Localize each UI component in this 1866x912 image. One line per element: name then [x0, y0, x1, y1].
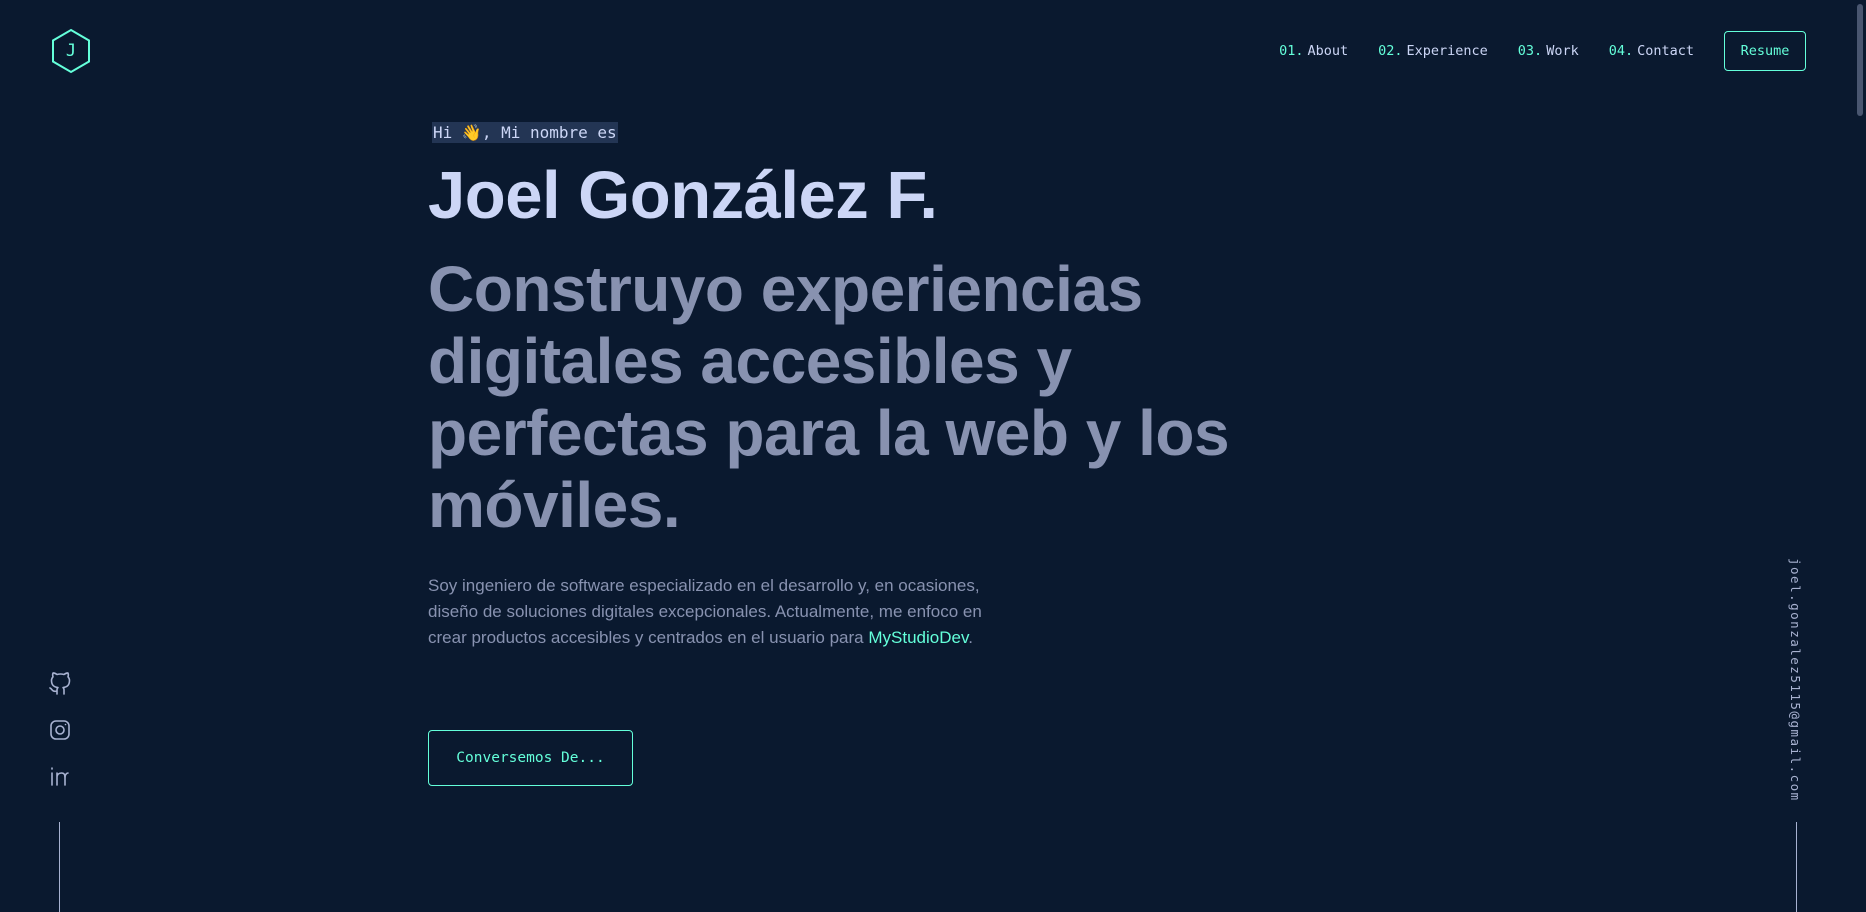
- nav-number: 04.: [1608, 43, 1634, 59]
- top-nav: 01. About 02. Experience 03. Work 04. Co…: [1279, 31, 1806, 71]
- contact-cta-button[interactable]: Conversemos De...: [428, 730, 633, 786]
- linkedin-icon[interactable]: [48, 764, 72, 788]
- left-vertical-line: [59, 822, 60, 912]
- nav-label: About: [1307, 43, 1349, 59]
- hero-bio: Soy ingeniero de software especializado …: [428, 573, 988, 651]
- hexagon-logo-icon[interactable]: J: [50, 28, 92, 74]
- bio-end: .: [968, 628, 973, 647]
- scrollbar-thumb[interactable]: [1857, 4, 1863, 116]
- greeting-text: Hi 👋, Mi nombre es: [432, 122, 618, 143]
- resume-button[interactable]: Resume: [1724, 31, 1806, 71]
- instagram-icon[interactable]: [48, 718, 72, 742]
- right-vertical-line: [1796, 822, 1797, 912]
- social-links: [48, 672, 72, 810]
- nav-number: 02.: [1378, 43, 1403, 59]
- nav-item-about[interactable]: 01. About: [1279, 33, 1348, 69]
- nav-label: Experience: [1406, 43, 1488, 59]
- mystudiodev-link[interactable]: MyStudioDev: [868, 628, 968, 647]
- nav-label: Work: [1546, 43, 1579, 59]
- nav-item-work[interactable]: 03. Work: [1518, 33, 1579, 69]
- logo-letter: J: [65, 41, 77, 61]
- nav-item-experience[interactable]: 02. Experience: [1378, 33, 1488, 69]
- hero-tagline: Construyo experiencias digitales accesib…: [428, 253, 1230, 541]
- page-scrollbar[interactable]: [1852, 0, 1866, 912]
- nav-number: 01.: [1279, 43, 1304, 59]
- nav-item-contact[interactable]: 04. Contact: [1609, 33, 1694, 69]
- nav-label: Contact: [1637, 43, 1694, 59]
- email-link[interactable]: joel.gonzalez5115@gmail.com: [1788, 558, 1803, 802]
- portfolio-page: J 01. About 02. Experience 03. Work 04. …: [0, 0, 1866, 912]
- nav-number: 03.: [1517, 43, 1543, 59]
- hero-name: Joel González F.: [428, 158, 938, 233]
- github-icon[interactable]: [48, 672, 72, 696]
